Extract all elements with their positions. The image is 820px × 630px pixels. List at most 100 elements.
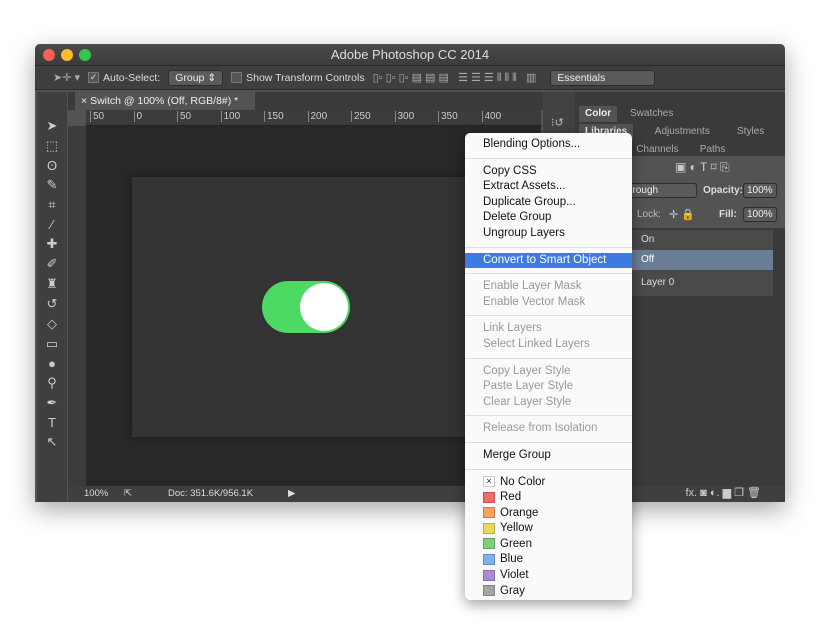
color-swatch (483, 569, 495, 581)
stamp-tool-icon[interactable]: ♜ (46, 276, 58, 292)
color-swatch (483, 522, 495, 534)
brush-tool-icon[interactable]: ✐ (47, 256, 58, 272)
color-swatch (483, 491, 495, 503)
auto-select-value: Group (175, 71, 205, 84)
color-swatch (483, 507, 495, 519)
menu-item: Enable Layer Mask (483, 280, 582, 293)
color-label-item[interactable]: Blue (465, 552, 632, 568)
pen-tool-icon[interactable]: ✒ (47, 395, 58, 411)
panel-tab[interactable]: Color (579, 106, 618, 122)
fill-field[interactable]: 100% (743, 207, 777, 222)
eyedropper-tool-icon[interactable]: ⁄ (51, 217, 53, 232)
crop-tool-icon[interactable]: ⌗ (48, 197, 55, 213)
marquee-tool-icon[interactable]: ⬚ (46, 138, 58, 154)
opacity-field[interactable]: 100% (743, 183, 777, 198)
close-button[interactable] (43, 49, 55, 61)
color-label-item[interactable]: × No Color (465, 475, 632, 491)
gradient-tool-icon[interactable]: ▭ (46, 336, 58, 352)
color-label-item[interactable]: Red (465, 490, 632, 506)
menu-item: Release from Isolation (483, 422, 598, 435)
move-tool-icon[interactable]: ➤✛ ▾ (53, 71, 80, 84)
panel-tab[interactable]: Swatches (624, 106, 679, 122)
color-label: No Color (500, 475, 546, 488)
share-icon[interactable]: ⇱ (124, 486, 132, 502)
color-label: Orange (500, 506, 539, 519)
color-label-item[interactable]: Yellow (465, 521, 632, 537)
color-label: Blue (500, 553, 524, 566)
layer-context-menu: Blending Options... Copy CSS Extract Asset… (465, 133, 632, 600)
menu-separator (465, 273, 632, 275)
show-transform-checkbox[interactable]: Show Transform Controls (231, 71, 365, 84)
ruler-tick: 50 (90, 111, 104, 122)
ruler-tick: 100 (220, 111, 240, 122)
no-color-icon: × (483, 475, 495, 487)
workspace-value: Essentials (557, 71, 606, 84)
healing-tool-icon[interactable]: ✚ (47, 236, 58, 252)
eraser-tool-icon[interactable]: ◇ (47, 316, 57, 332)
color-swatch (483, 538, 495, 550)
photoshop-window: Adobe Photoshop CC 2014 ➤✛ ▾ ✓ Auto-Selec… (35, 44, 785, 502)
menu-separator (465, 246, 632, 248)
document-tab[interactable]: × Switch @ 100% (Off, RGB/8#) * (75, 92, 255, 110)
lock-label: Lock: (637, 209, 661, 220)
panel-tab[interactable]: Adjustments (649, 124, 716, 140)
filter-icons[interactable]: ▣ ◐ T ⌑ ⎘ (675, 160, 730, 175)
quick-select-tool-icon[interactable]: ✎ (47, 177, 58, 193)
menu-item: Paste Layer Style (483, 380, 574, 393)
path-select-tool-icon[interactable]: ↖ (47, 434, 58, 450)
document-tab-label: Switch @ 100% (Off, RGB/8#) * (90, 95, 239, 107)
menu-item[interactable]: Blending Options... (465, 137, 632, 153)
menu-item[interactable]: Copy CSS (465, 164, 632, 180)
menu-item[interactable]: Merge Group (465, 448, 632, 464)
color-label-item[interactable]: Orange (465, 506, 632, 522)
color-label: Red (500, 491, 522, 504)
auto-select-label: Auto-Select: (103, 71, 161, 84)
move-tool-icon[interactable]: ➤ (47, 118, 58, 134)
color-label-item[interactable]: Gray (465, 584, 632, 600)
ruler-tick: 300 (394, 111, 414, 122)
menu-item[interactable]: Convert to Smart Object (465, 252, 632, 269)
workspace-dropdown[interactable]: Essentials (550, 69, 656, 86)
align-icons[interactable]: ▯▫ ▯▫ ▯▫ ▤ ▤ ▤ ☰ ☰ ☰ ⫴ ⫴ ⫴ ▥ (373, 71, 537, 85)
color-label: Violet (500, 569, 529, 582)
menu-separator (465, 157, 632, 159)
dodge-tool-icon[interactable]: ⚲ (47, 375, 57, 391)
zoom-level[interactable]: 100% (84, 486, 108, 502)
menu-item[interactable]: Delete Group (465, 210, 632, 226)
lock-icons[interactable]: ✛ 🔒 (669, 208, 695, 221)
menu-separator (465, 315, 632, 317)
show-transform-label: Show Transform Controls (246, 71, 365, 84)
blur-tool-icon[interactable]: ● (48, 356, 56, 371)
menu-separator (465, 357, 632, 359)
menu-item[interactable]: Extract Assets... (465, 179, 632, 195)
doc-size: Doc: 351.6K/956.1K (168, 488, 254, 499)
color-label-item[interactable]: Green (465, 537, 632, 553)
ruler-tick: 50 (177, 111, 191, 122)
menu-item: Select Linked Layers (483, 337, 590, 350)
ruler-tick: 0 (133, 111, 142, 122)
menu-item: Enable Vector Mask (483, 295, 586, 308)
fill-label: Fill: (719, 209, 737, 220)
minimize-button[interactable] (61, 49, 73, 61)
color-label-item[interactable]: Violet (465, 568, 632, 584)
ruler-tick: 400 (481, 111, 501, 122)
lasso-tool-icon[interactable]: ʘ (47, 158, 57, 173)
panel-tab[interactable]: Styles (731, 124, 770, 140)
history-brush-icon[interactable]: ↺ (47, 296, 58, 312)
auto-select-dropdown[interactable]: Group ⇕ (168, 69, 224, 86)
vertical-ruler (68, 126, 86, 486)
ruler-tick: 250 (351, 111, 371, 122)
title-bar: Adobe Photoshop CC 2014 (35, 44, 785, 66)
color-label: Yellow (500, 522, 533, 535)
layer-name: On (641, 234, 655, 245)
menu-separator (465, 415, 632, 417)
play-arrow-icon[interactable]: ▶ (288, 486, 295, 502)
menu-item[interactable]: Duplicate Group... (465, 195, 632, 211)
menu-item: Clear Layer Style (483, 395, 572, 408)
menu-item[interactable]: Ungroup Layers (465, 226, 632, 242)
auto-select-checkbox[interactable]: ✓ Auto-Select: (88, 72, 160, 84)
history-icon[interactable]: ⁝↺ (551, 116, 564, 129)
zoom-button[interactable] (79, 49, 91, 61)
type-tool-icon[interactable]: T (48, 415, 56, 430)
layer-name: Layer 0 (641, 277, 675, 288)
